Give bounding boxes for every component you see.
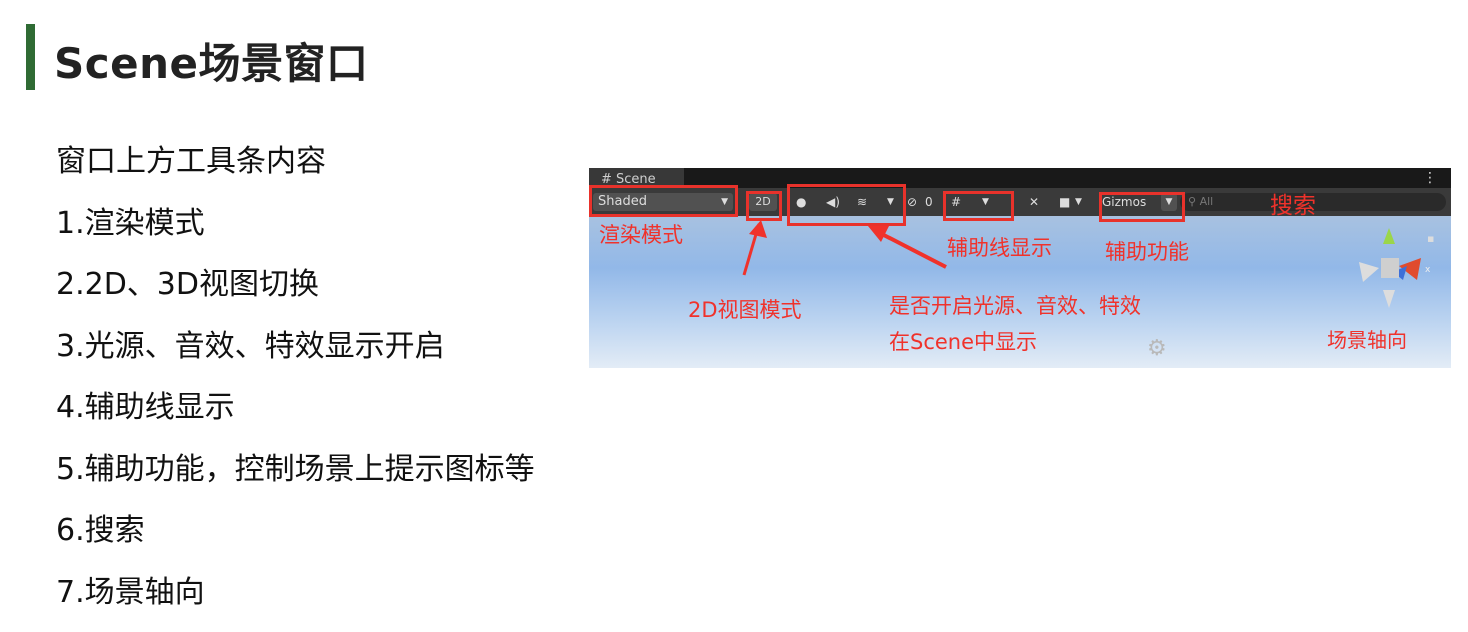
annotation-search: 搜索: [1270, 194, 1316, 218]
list-item: 窗口上方工具条内容: [56, 140, 535, 202]
gear-icon: ⚙: [1147, 336, 1167, 361]
list-item: 1.渲染模式: [56, 202, 535, 264]
lock-icon[interactable]: ▪: [1427, 232, 1434, 245]
annotation-axis: 场景轴向: [1327, 328, 1407, 352]
svg-text:y: y: [1384, 228, 1390, 229]
annotation-toggles-line2: 在Scene中显示: [889, 330, 1037, 354]
list-item: 7.场景轴向: [56, 571, 535, 632]
page-title: Scene场景窗口: [54, 30, 369, 91]
list-item: 5.辅助功能，控制场景上提示图标等: [56, 448, 535, 510]
annotation-2d: 2D视图模式: [688, 298, 802, 322]
arrow-2d-head: [749, 220, 767, 238]
list-item: 6.搜索: [56, 509, 535, 571]
annotation-toggles-line1: 是否开启光源、音效、特效: [889, 294, 1141, 318]
list-item: 3.光源、音效、特效显示开启: [56, 325, 535, 387]
arrow-toggles: [876, 231, 946, 267]
annotation-grid: 辅助线显示: [947, 236, 1052, 260]
list-item: 2.2D、3D视图切换: [56, 263, 535, 325]
scene-window-screenshot: # Scene ⋮ Shaded ▼ 2D ● ◀) ≋ ▼ ⊘ 0 # ▼ ✕…: [589, 168, 1451, 368]
annotation-gizmos: 辅助功能: [1105, 240, 1189, 264]
list-item: 4.辅助线显示: [56, 386, 535, 448]
title-accent-bar: [26, 24, 35, 90]
svg-text:x: x: [1425, 265, 1431, 275]
axis-gizmo-icon[interactable]: y x: [1349, 228, 1439, 318]
content-list: 窗口上方工具条内容 1.渲染模式 2.2D、3D视图切换 3.光源、音效、特效显…: [56, 140, 535, 632]
annotation-render-mode: 渲染模式: [599, 223, 683, 247]
